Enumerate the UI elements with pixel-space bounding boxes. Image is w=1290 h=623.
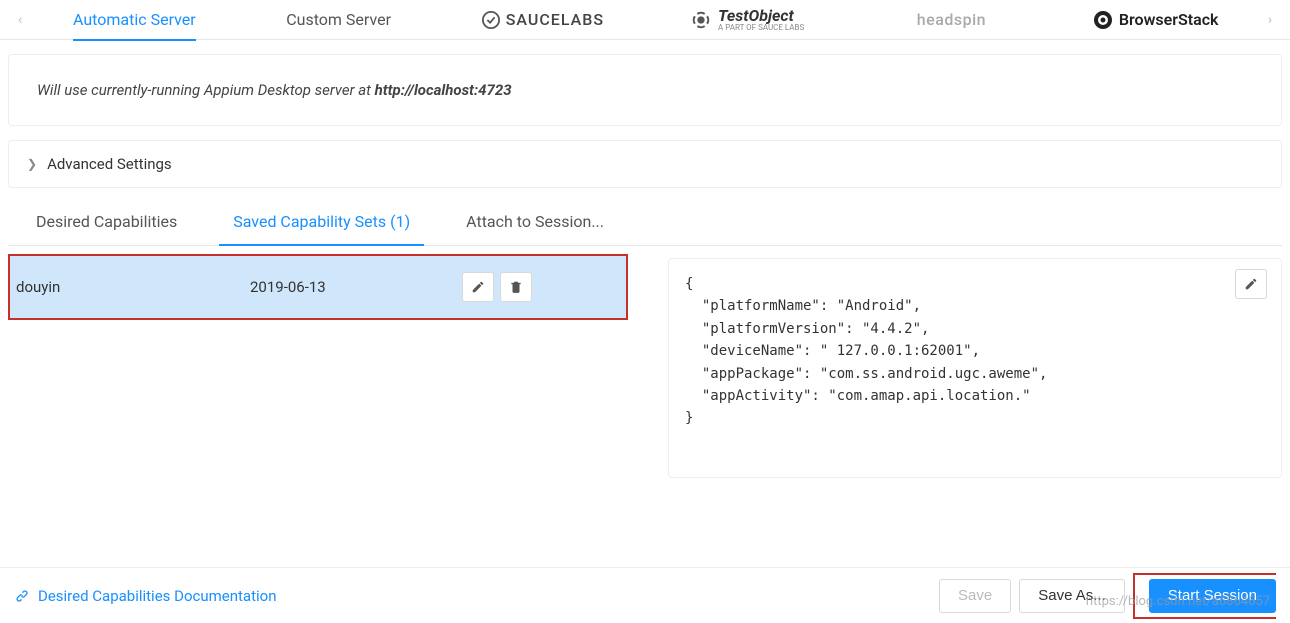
tab-automatic-server-label: Automatic Server	[73, 10, 196, 29]
footer-bar: Desired Capabilities Documentation Save …	[0, 567, 1290, 623]
capabilities-json-text: { "platformName": "Android", "platformVe…	[685, 273, 1265, 430]
saucelabs-icon	[482, 11, 500, 29]
saved-set-actions	[462, 272, 622, 302]
tabs-scroll-left[interactable]: ‹	[8, 12, 32, 28]
link-icon	[14, 588, 30, 604]
saved-set-row[interactable]: douyin 2019-06-13	[10, 256, 626, 318]
delete-saved-set-button[interactable]	[500, 272, 532, 302]
tabs-scroll-right[interactable]: ›	[1258, 12, 1282, 28]
pencil-icon	[471, 280, 485, 294]
saved-sets-list: douyin 2019-06-13	[8, 254, 628, 320]
saved-sets-panel: douyin 2019-06-13	[8, 246, 628, 478]
save-button[interactable]: Save	[939, 579, 1011, 613]
subtab-attach-label: Attach to Session...	[466, 212, 604, 231]
tab-testobject[interactable]: TestObject A PART OF SAUCE LABS	[645, 0, 849, 40]
main-content: douyin 2019-06-13	[8, 246, 1282, 478]
chevron-right-icon: ❯	[27, 157, 37, 171]
tab-headspin[interactable]: headspin	[849, 0, 1053, 40]
tab-browserstack[interactable]: BrowserStack	[1054, 0, 1258, 40]
advanced-settings-label: Advanced Settings	[47, 155, 172, 173]
browserstack-icon	[1093, 10, 1113, 30]
tab-testobject-title: TestObject	[718, 8, 804, 24]
start-session-button[interactable]: Start Session	[1149, 579, 1276, 613]
server-info-url: http://localhost:4723	[375, 81, 512, 99]
subtab-desired-label: Desired Capabilities	[36, 212, 177, 231]
saved-set-date: 2019-06-13	[250, 278, 462, 296]
pencil-icon	[1244, 277, 1258, 291]
save-as-button[interactable]: Save As...	[1019, 579, 1125, 613]
start-session-highlight: Start Session	[1133, 573, 1276, 619]
tab-headspin-label: headspin	[917, 10, 986, 29]
edit-saved-set-button[interactable]	[462, 272, 494, 302]
tab-automatic-server[interactable]: Automatic Server	[32, 0, 236, 40]
tab-saucelabs-label: SAUCELABS	[506, 10, 604, 29]
testobject-icon	[690, 9, 712, 31]
tab-testobject-sub: A PART OF SAUCE LABS	[718, 24, 804, 32]
capabilities-json-card: { "platformName": "Android", "platformVe…	[668, 258, 1282, 478]
tab-custom-server-label: Custom Server	[286, 10, 391, 29]
capabilities-subtabs: Desired Capabilities Saved Capability Se…	[8, 198, 1282, 246]
tab-browserstack-label: BrowserStack	[1119, 10, 1219, 29]
docs-link[interactable]: Desired Capabilities Documentation	[14, 587, 276, 605]
edit-json-button[interactable]	[1235, 269, 1267, 299]
server-info-card: Will use currently-running Appium Deskto…	[8, 54, 1282, 126]
subtab-desired-capabilities[interactable]: Desired Capabilities	[8, 198, 205, 245]
tab-custom-server[interactable]: Custom Server	[236, 0, 440, 40]
docs-link-label: Desired Capabilities Documentation	[38, 587, 276, 605]
subtab-attach-session[interactable]: Attach to Session...	[438, 198, 632, 245]
server-info-prefix: Will use currently-running Appium Deskto…	[37, 81, 375, 99]
subtab-saved-capability-sets[interactable]: Saved Capability Sets (1)	[205, 198, 438, 245]
tab-saucelabs[interactable]: SAUCELABS	[441, 0, 645, 40]
advanced-settings-toggle[interactable]: ❯ Advanced Settings	[8, 140, 1282, 188]
trash-icon	[509, 280, 523, 294]
subtab-saved-label: Saved Capability Sets (1)	[233, 212, 410, 231]
saved-set-name: douyin	[14, 278, 250, 296]
server-tab-bar: ‹ Automatic Server Custom Server SAUCELA…	[0, 0, 1290, 40]
capabilities-json-panel: { "platformName": "Android", "platformVe…	[668, 246, 1282, 478]
